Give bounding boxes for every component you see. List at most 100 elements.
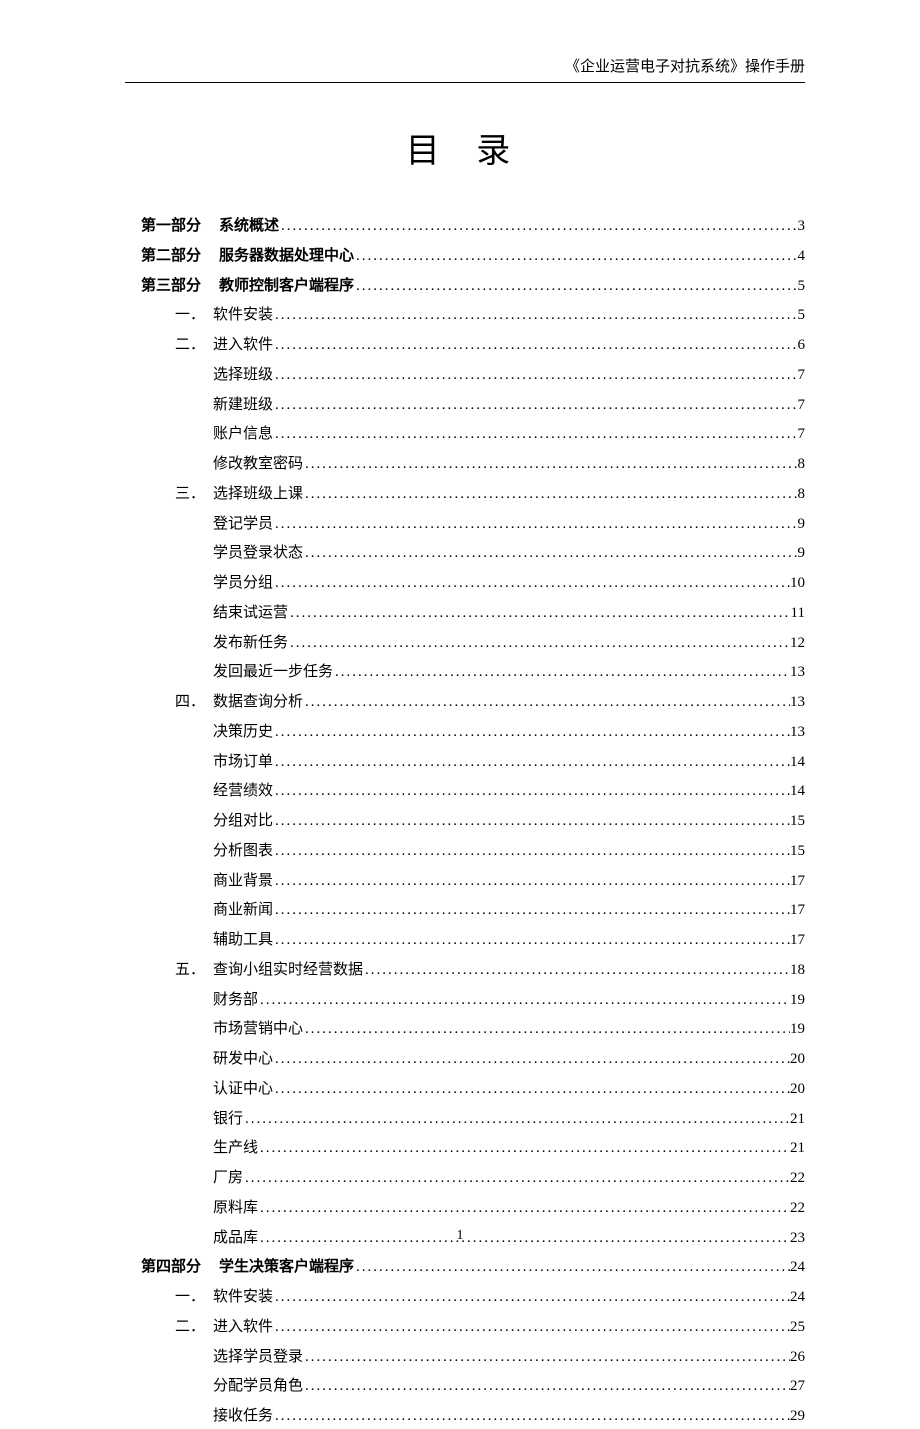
toc-entry: 市场营销中心19 <box>213 1017 805 1042</box>
toc-leader-dots <box>303 452 797 477</box>
toc-entry: 四．数据查询分析13 <box>175 690 805 715</box>
toc-entry: 发回最近一步任务13 <box>213 660 805 685</box>
toc-page-ref: 5 <box>798 274 806 299</box>
toc-leader-dots <box>258 1196 790 1221</box>
toc-label: 市场订单 <box>213 750 273 775</box>
toc-label: 数据查询分析 <box>213 690 303 715</box>
toc-leader-dots <box>288 631 790 656</box>
toc-label: 研发中心 <box>213 1047 273 1072</box>
toc-label: 接收任务 <box>213 1404 273 1429</box>
toc-label: 决策历史 <box>213 720 273 745</box>
toc-page-ref: 19 <box>790 988 805 1013</box>
toc-leader-dots <box>273 750 790 775</box>
toc-leader-dots <box>303 482 797 507</box>
toc-page-ref: 21 <box>790 1107 805 1132</box>
toc-page-ref: 15 <box>790 809 805 834</box>
toc-label: 认证中心 <box>213 1077 273 1102</box>
toc-label: 学员分组 <box>213 571 273 596</box>
toc-entry: 分组对比 15 <box>213 809 805 834</box>
toc-entry: 登记学员9 <box>213 512 805 537</box>
toc-label: 结束试运营 <box>213 601 288 626</box>
toc-label: 学员登录状态 <box>213 541 303 566</box>
toc-prefix: 二． <box>175 333 213 358</box>
toc-label: 账户信息 <box>213 422 273 447</box>
toc-leader-dots <box>354 274 797 299</box>
toc-entry: 选择班级 7 <box>213 363 805 388</box>
toc-leader-dots <box>273 363 797 388</box>
document-page: 《企业运营电子对抗系统》操作手册 目 录 第一部分系统概述3第二部分服务器数据处… <box>0 0 920 1429</box>
toc-page-ref: 11 <box>791 601 805 626</box>
toc-page-ref: 13 <box>790 660 805 685</box>
toc-entry: 账户信息7 <box>213 422 805 447</box>
toc-leader-dots <box>273 1047 790 1072</box>
toc-entry: 分析图表15 <box>213 839 805 864</box>
toc-entry: 第二部分服务器数据处理中心4 <box>141 244 805 269</box>
toc-leader-dots <box>303 541 797 566</box>
toc-label: 软件安装 <box>213 303 273 328</box>
toc-label: 系统概述 <box>219 214 279 239</box>
toc-leader-dots <box>258 1136 790 1161</box>
toc-entry: 第四部分学生决策客户端程序24 <box>141 1255 805 1280</box>
toc-leader-dots <box>303 690 790 715</box>
toc-entry: 研发中心20 <box>213 1047 805 1072</box>
toc-entry: 结束试运营 11 <box>213 601 805 626</box>
toc-leader-dots <box>303 1374 790 1399</box>
toc-label: 银行 <box>213 1107 243 1132</box>
toc-page-ref: 13 <box>790 690 805 715</box>
toc-label: 选择班级上课 <box>213 482 303 507</box>
toc-leader-dots <box>363 958 790 983</box>
toc-label: 软件安装 <box>213 1285 273 1310</box>
toc-prefix: 第三部分 <box>141 274 219 299</box>
toc-label: 进入软件 <box>213 333 273 358</box>
toc-page-ref: 17 <box>790 869 805 894</box>
toc-label: 新建班级 <box>213 393 273 418</box>
toc-label: 进入软件 <box>213 1315 273 1340</box>
toc-leader-dots <box>273 303 797 328</box>
toc-title: 目 录 <box>125 123 805 172</box>
toc-entry: 辅助工具17 <box>213 928 805 953</box>
toc-prefix: 第二部分 <box>141 244 219 269</box>
toc-label: 选择班级 <box>213 363 273 388</box>
toc-page-ref: 8 <box>798 452 806 477</box>
toc-entry: 一．软件安装5 <box>175 303 805 328</box>
toc-leader-dots <box>303 1345 790 1370</box>
toc-prefix: 第四部分 <box>141 1255 219 1280</box>
toc-page-ref: 7 <box>798 363 806 388</box>
toc-leader-dots <box>243 1107 790 1132</box>
toc-leader-dots <box>273 928 790 953</box>
toc-page-ref: 13 <box>790 720 805 745</box>
toc-entry: 经营绩效14 <box>213 779 805 804</box>
toc-entry: 学员登录状态9 <box>213 541 805 566</box>
toc-entry: 修改教室密码 8 <box>213 452 805 477</box>
toc-entry: 商业新闻17 <box>213 898 805 923</box>
toc-page-ref: 12 <box>790 631 805 656</box>
toc-prefix: 第一部分 <box>141 214 219 239</box>
toc-leader-dots <box>273 333 797 358</box>
toc-page-ref: 15 <box>790 839 805 864</box>
toc-entry: 五．查询小组实时经营数据18 <box>175 958 805 983</box>
toc-leader-dots <box>273 512 797 537</box>
toc-leader-dots <box>303 1017 790 1042</box>
page-header: 《企业运营电子对抗系统》操作手册 <box>125 55 805 83</box>
toc-page-ref: 14 <box>790 750 805 775</box>
toc-leader-dots <box>273 898 790 923</box>
toc-entry: 一．软件安装24 <box>175 1285 805 1310</box>
toc-label: 修改教室密码 <box>213 452 303 477</box>
toc-label: 教师控制客户端程序 <box>219 274 354 299</box>
toc-entry: 财务部19 <box>213 988 805 1013</box>
toc-page-ref: 29 <box>790 1404 805 1429</box>
toc-page-ref: 27 <box>790 1374 805 1399</box>
toc-entry: 分配学员角色27 <box>213 1374 805 1399</box>
toc-entry: 新建班级7 <box>213 393 805 418</box>
toc-prefix: 二． <box>175 1315 213 1340</box>
toc-leader-dots <box>273 571 790 596</box>
toc-entry: 发布新任务12 <box>213 631 805 656</box>
toc-page-ref: 17 <box>790 928 805 953</box>
toc-page-ref: 14 <box>790 779 805 804</box>
toc-leader-dots <box>273 1077 790 1102</box>
toc-label: 厂房 <box>213 1166 243 1191</box>
toc-entry: 选择学员登录26 <box>213 1345 805 1370</box>
toc-label: 分组对比 <box>213 809 273 834</box>
toc-label: 服务器数据处理中心 <box>219 244 354 269</box>
toc-label: 市场营销中心 <box>213 1017 303 1042</box>
